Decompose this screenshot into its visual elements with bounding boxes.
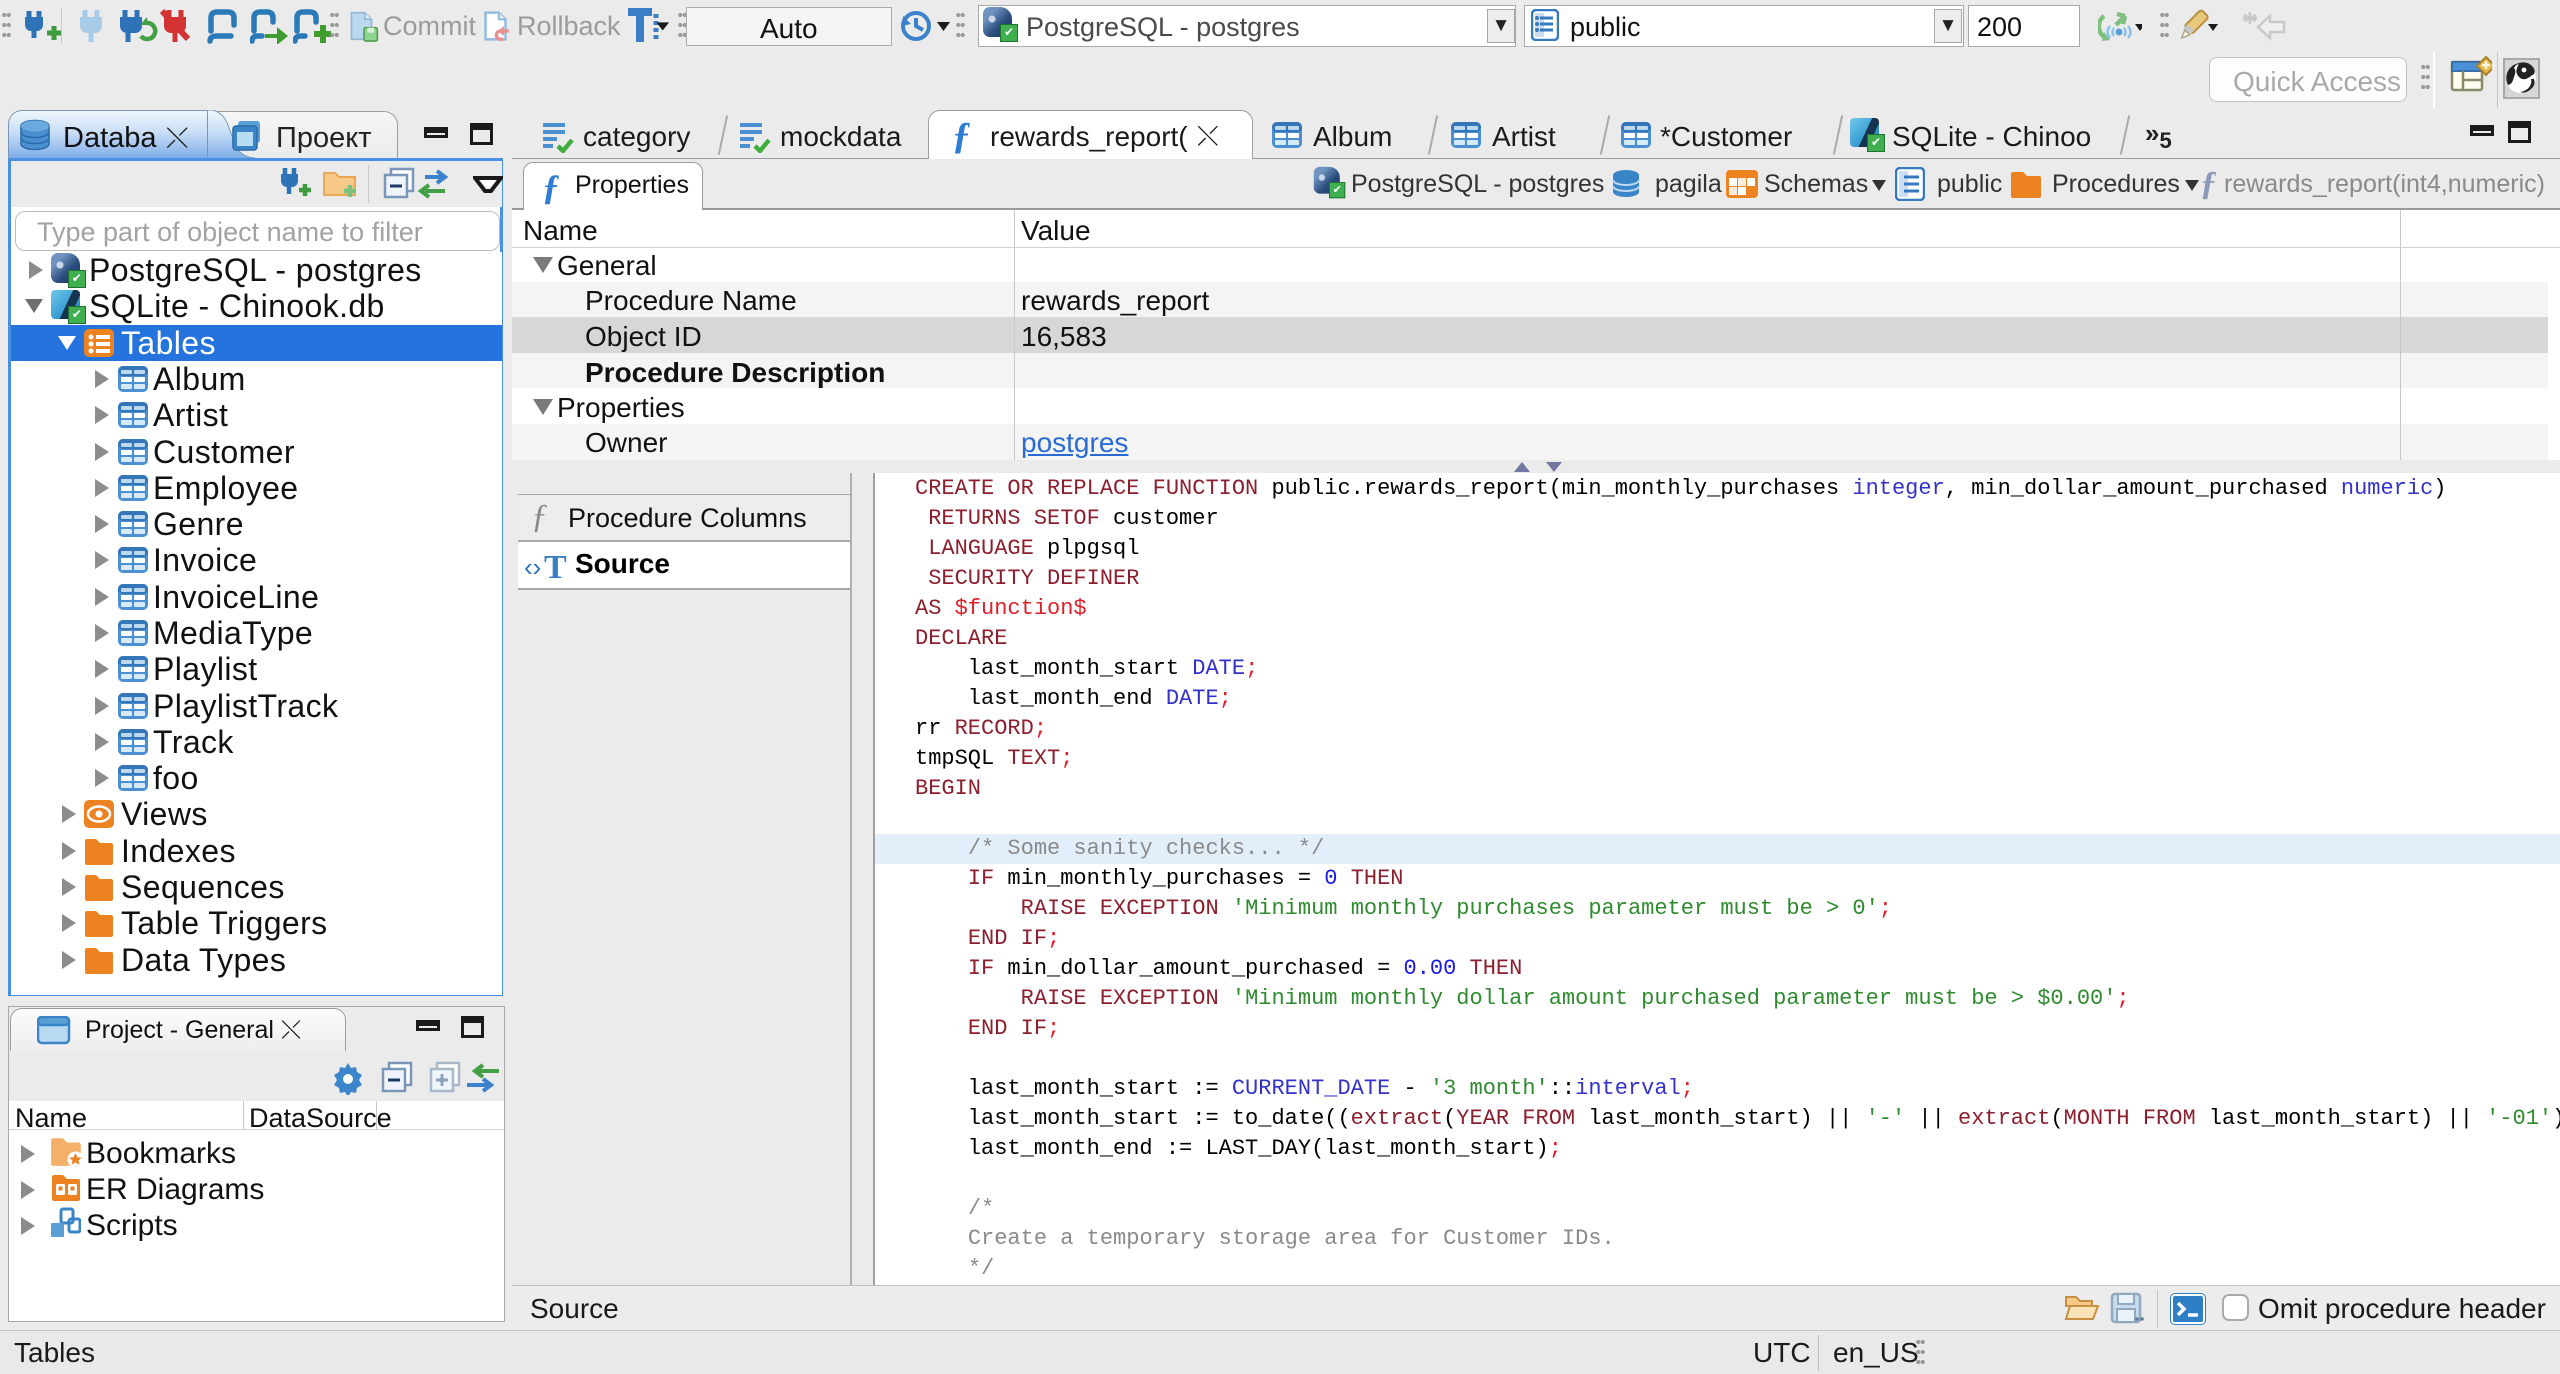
svg-text:‹›: ‹› (524, 552, 541, 582)
svg-text:T: T (544, 549, 567, 584)
